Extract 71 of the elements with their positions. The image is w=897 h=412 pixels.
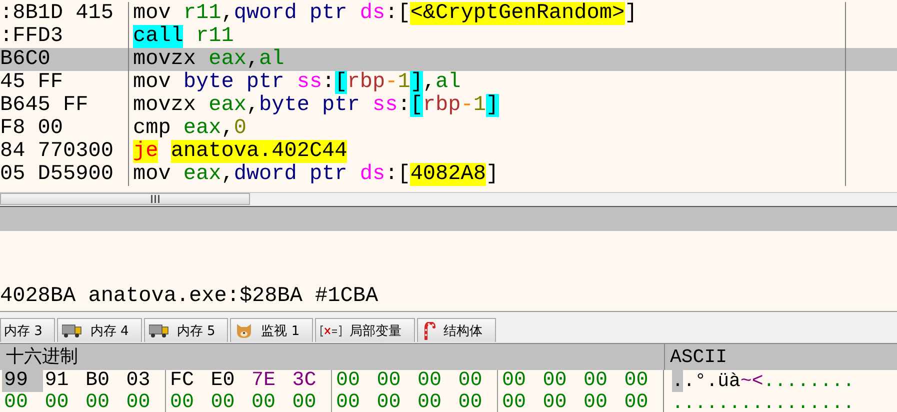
bytes-cell: :8B1D 415 <box>0 2 129 25</box>
hex-byte: FC <box>169 370 196 392</box>
hex-byte: 00 <box>542 370 568 392</box>
instruction-text: cmp eax,0 <box>132 117 248 140</box>
hex-byte: 00 <box>457 370 484 392</box>
hex-byte: 00 <box>44 392 70 412</box>
hex-byte: 00 <box>623 392 650 412</box>
column-header[interactable]: ASCII <box>665 344 728 370</box>
hex-byte: 99 <box>2 370 43 392</box>
bytes-cell: 84 770300 <box>0 140 129 163</box>
hex-byte: 00 <box>125 392 152 412</box>
candy-cane-icon <box>422 322 436 340</box>
hex-byte: 00 <box>582 392 609 412</box>
hex-byte: 00 <box>623 370 650 392</box>
hex-byte: 91 <box>44 370 70 392</box>
hex-byte: 00 <box>376 392 402 412</box>
instruction-text: je anatova.402C44 <box>132 140 348 163</box>
hex-byte: 00 <box>582 370 609 392</box>
hex-byte: 00 <box>210 392 236 412</box>
tab[interactable]: 内存 3 <box>0 318 56 342</box>
bytes-cell: 45 FF <box>0 71 129 94</box>
hex-byte: 7E <box>250 370 277 392</box>
grip-icon <box>150 195 160 203</box>
hex-byte: 00 <box>501 370 528 392</box>
bytes-cell: B6C0 <box>0 48 129 71</box>
hex-byte: 00 <box>3 392 30 412</box>
code-row[interactable]: B6C0 movzx eax,al <box>0 48 897 71</box>
instruction-text: mov byte ptr ss:[rbp-1],al <box>132 71 462 94</box>
hex-byte: 00 <box>501 392 528 412</box>
ascii-text: ..°.üà~<........ <box>671 370 854 392</box>
hex-byte: 00 <box>335 392 362 412</box>
tab[interactable]: 内存 4 <box>57 318 142 342</box>
hex-byte: 00 <box>416 370 443 392</box>
horizontal-scrollbar[interactable] <box>0 192 897 206</box>
truck-icon <box>62 324 82 338</box>
instruction-text: movzx eax,byte ptr ss:[rbp-1] <box>132 94 500 117</box>
truck-icon <box>148 324 169 338</box>
hex-byte: 00 <box>457 392 484 412</box>
instruction-text: movzx eax,al <box>132 48 286 71</box>
code-row[interactable]: :8B1D 415 mov r11,qword ptr ds:[<&CryptGenRandom>] <box>0 2 897 25</box>
ascii-text: ................ <box>671 392 854 412</box>
tab[interactable]: 监视 1 <box>230 318 313 342</box>
address-info: 4028BA anatova.exe:$28BA #1CBA <box>0 285 378 309</box>
code-row[interactable]: 84 770300 je anatova.402C44 <box>0 140 897 163</box>
scrollbar-thumb[interactable] <box>0 193 250 205</box>
code-row[interactable]: 05 D55900 mov eax,dword ptr ds:[4082A8] <box>0 163 897 186</box>
hex-byte: 00 <box>416 392 443 412</box>
bytes-cell: 05 D55900 <box>0 163 129 186</box>
hex-byte: 00 <box>291 392 318 412</box>
code-row[interactable]: 45 FF mov byte ptr ss:[rbp-1],al <box>0 71 897 94</box>
variable-icon <box>320 324 342 336</box>
hex-byte: B0 <box>84 370 111 392</box>
instruction-text: call r11 <box>132 25 235 48</box>
instruction-text: mov eax,dword ptr ds:[4082A8] <box>132 163 500 186</box>
instruction-text: mov r11,qword ptr ds:[<&CryptGenRandom>] <box>132 2 638 25</box>
hex-byte: 00 <box>84 392 111 412</box>
code-row[interactable]: B645 FF movzx eax,byte ptr ss:[rbp-1] <box>0 94 897 117</box>
hex-byte: 00 <box>335 370 362 392</box>
bytes-cell: B645 FF <box>0 94 129 117</box>
hex-byte: 00 <box>169 392 196 412</box>
hex-byte: 00 <box>376 370 402 392</box>
tab[interactable]: 内存 5 <box>144 318 228 342</box>
hex-byte: 3C <box>291 370 318 392</box>
hex-byte: 00 <box>542 392 568 412</box>
hex-byte: 00 <box>250 392 277 412</box>
tab[interactable]: 结构体 <box>416 318 496 342</box>
hex-byte: E0 <box>210 370 236 392</box>
hex-byte: 03 <box>125 370 152 392</box>
bytes-cell: F8 00 <box>0 117 129 140</box>
dog-icon <box>235 322 254 338</box>
tab[interactable]: 局部变量 <box>314 318 415 342</box>
